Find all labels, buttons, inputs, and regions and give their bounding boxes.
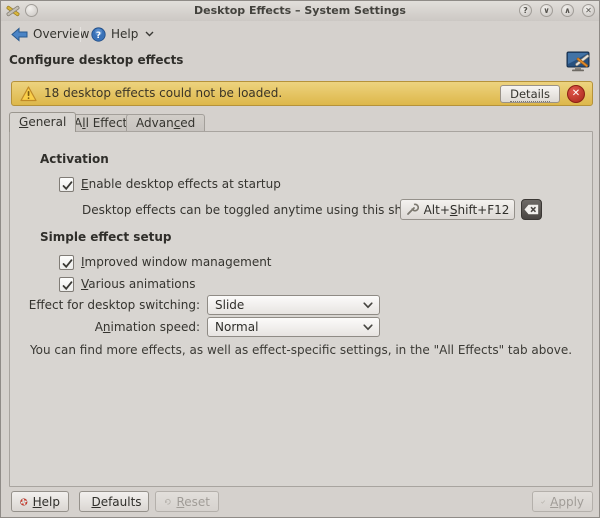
enable-effects-label[interactable]: Enable desktop effects at startup [81, 177, 281, 191]
toolbar-separator [80, 27, 81, 42]
titlebar[interactable]: Desktop Effects – System Settings ? ∨ ∧ … [1, 1, 599, 21]
help-menu-button[interactable]: ? Help [87, 23, 158, 45]
defaults-button-label: Defaults [91, 495, 141, 509]
help-button[interactable]: Help [11, 491, 69, 512]
more-effects-note: You can find more effects, as well as ef… [10, 343, 592, 357]
toolbar: Overview ? Help [1, 21, 599, 47]
backspace-icon [524, 204, 539, 215]
defaults-button[interactable]: Defaults [79, 491, 149, 512]
animation-speed-label: Animation speed: [10, 317, 200, 337]
chevron-down-icon [363, 302, 373, 309]
apply-check-icon [541, 496, 545, 508]
system-settings-window: Desktop Effects – System Settings ? ∨ ∧ … [0, 0, 600, 518]
reset-button-label: Reset [176, 495, 210, 509]
checkmark-icon [61, 257, 74, 270]
window-shade-button[interactable]: ∨ [540, 4, 553, 17]
reset-undo-icon [164, 495, 171, 508]
wrench-icon [406, 203, 419, 216]
help-label: Help [111, 27, 138, 41]
checkmark-icon [61, 279, 74, 292]
overview-label: Overview [33, 27, 90, 41]
window-controls: ? ∨ ∧ ✕ [519, 4, 595, 17]
chevron-down-icon [363, 324, 373, 331]
various-animations-row: Various animations [59, 276, 196, 292]
animation-speed-value: Normal [215, 320, 258, 334]
window-maximize-button[interactable]: ∧ [561, 4, 574, 17]
apply-button-label: Apply [550, 495, 584, 509]
help-button-label: Help [33, 495, 60, 509]
warning-close-button[interactable]: ✕ [567, 85, 585, 103]
enable-effects-row: Enable desktop effects at startup [59, 176, 281, 192]
lifebuoy-icon [20, 495, 28, 509]
improved-wm-checkbox[interactable] [59, 255, 74, 270]
help-icon: ? [91, 27, 106, 42]
switching-effect-value: Slide [215, 298, 244, 312]
page-title: Configure desktop effects [9, 53, 183, 67]
various-animations-label[interactable]: Various animations [81, 277, 196, 291]
desktop-effects-icon [566, 50, 591, 72]
general-tab-panel: Activation Enable desktop effects at sta… [9, 131, 593, 487]
window-help-button[interactable]: ? [519, 4, 532, 17]
warning-banner: 18 desktop effects could not be loaded. … [11, 81, 593, 106]
window-title: Desktop Effects – System Settings [101, 1, 499, 21]
warning-icon [20, 86, 37, 102]
details-button[interactable]: Details [500, 85, 560, 103]
svg-text:?: ? [96, 31, 101, 41]
reset-button[interactable]: Reset [155, 491, 219, 512]
various-animations-checkbox[interactable] [59, 277, 74, 292]
enable-effects-checkbox[interactable] [59, 177, 74, 192]
apply-button[interactable]: Apply [532, 491, 593, 512]
animation-speed-select[interactable]: Normal [207, 317, 380, 337]
switching-effect-label: Effect for desktop switching: [10, 295, 200, 315]
improved-wm-label[interactable]: Improved window management [81, 255, 272, 269]
switching-effect-select[interactable]: Slide [207, 295, 380, 315]
titlebar-sticky-button[interactable] [25, 4, 38, 17]
simple-setup-heading: Simple effect setup [40, 230, 171, 244]
shortcut-label: Desktop effects can be toggled anytime u… [82, 200, 442, 220]
shortcut-clear-button[interactable] [521, 199, 542, 220]
chevron-down-icon [145, 31, 154, 37]
tab-general[interactable]: General [9, 112, 76, 132]
improved-wm-row: Improved window management [59, 254, 272, 270]
checkmark-icon [61, 179, 74, 192]
window-close-button[interactable]: ✕ [582, 4, 595, 17]
shortcut-button[interactable]: Alt+Shift+F12 [400, 199, 515, 220]
tab-advanced[interactable]: Advanced [126, 114, 205, 132]
window-icon [5, 3, 21, 19]
details-label: Details [510, 87, 550, 102]
shortcut-value: Alt+Shift+F12 [424, 203, 510, 217]
warning-message: 18 desktop effects could not be loaded. [44, 82, 282, 105]
back-arrow-icon [11, 27, 28, 42]
activation-heading: Activation [40, 152, 109, 166]
